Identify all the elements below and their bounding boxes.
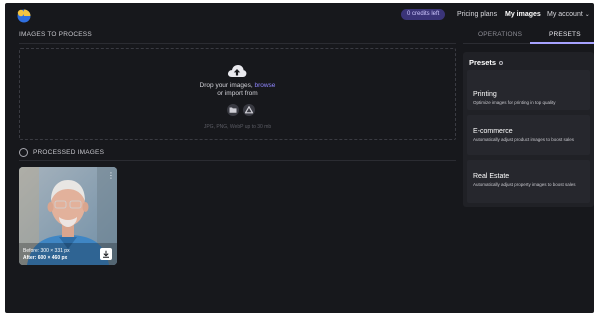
preset-description: Automatically adjust property images to … bbox=[473, 182, 576, 187]
info-icon[interactable] bbox=[499, 61, 504, 66]
browse-link[interactable]: browse bbox=[254, 82, 275, 89]
cloud-upload-icon bbox=[227, 65, 247, 77]
drop-text: Drop your images, bbox=[199, 82, 255, 89]
processed-image-card[interactable]: ⋮ Before: 300 × 331 px After: 600 × 460 … bbox=[19, 167, 117, 265]
image-size-before: Before: 300 × 331 px bbox=[23, 248, 70, 254]
image-size-after: After: 600 × 460 px bbox=[23, 255, 68, 261]
preset-name: E-commerce bbox=[473, 128, 513, 135]
upload-dropzone[interactable]: Drop your images, browse or import from … bbox=[19, 48, 456, 140]
chevron-down-icon: ⌄ bbox=[584, 12, 590, 18]
presets-heading: Presets bbox=[469, 58, 504, 67]
processed-images-title: PROCESSED IMAGES bbox=[33, 149, 105, 156]
preset-description: Optimize images for printing in top qual… bbox=[473, 100, 556, 105]
import-drive-button[interactable] bbox=[243, 104, 255, 116]
preset-description: Automatically adjust product images to b… bbox=[473, 137, 575, 142]
download-button[interactable] bbox=[100, 248, 112, 260]
nav-account-menu[interactable]: My account ⌄ bbox=[547, 11, 590, 18]
preset-printing[interactable]: Printing Optimize images for printing in… bbox=[467, 70, 590, 110]
import-from-label: or import from bbox=[217, 90, 258, 97]
nav-pricing-link[interactable]: Pricing plans bbox=[457, 11, 497, 18]
import-folder-button[interactable] bbox=[227, 104, 239, 116]
preset-real-estate[interactable]: Real Estate Automatically adjust propert… bbox=[467, 160, 590, 203]
preset-name: Printing bbox=[473, 91, 497, 98]
google-drive-icon bbox=[245, 106, 253, 114]
divider bbox=[19, 160, 456, 161]
nav-my-images-link[interactable]: My images bbox=[505, 11, 541, 18]
credits-badge: 0 credits left bbox=[401, 9, 446, 20]
divider bbox=[19, 43, 456, 44]
processed-toggle-icon[interactable] bbox=[19, 148, 28, 157]
presets-panel: Presets Printing Optimize images for pri… bbox=[463, 52, 594, 207]
active-tab-indicator bbox=[530, 42, 594, 44]
images-to-process-title: IMAGES TO PROCESS bbox=[19, 31, 92, 38]
app-window: 0 credits left Pricing plans My images M… bbox=[5, 3, 594, 313]
preset-ecommerce[interactable]: E-commerce Automatically adjust product … bbox=[467, 115, 590, 155]
drop-instructions: Drop your images, browse bbox=[20, 82, 455, 89]
tab-presets[interactable]: PRESETS bbox=[549, 31, 581, 38]
preset-name: Real Estate bbox=[473, 173, 510, 180]
formats-hint: JPG, PNG, WebP up to 30 mb bbox=[203, 124, 272, 130]
top-bar: 0 credits left Pricing plans My images M… bbox=[5, 3, 594, 27]
presets-heading-label: Presets bbox=[469, 58, 497, 67]
folder-icon bbox=[229, 107, 237, 113]
brand-logo[interactable] bbox=[16, 7, 32, 23]
tab-operations[interactable]: OPERATIONS bbox=[478, 31, 522, 38]
download-icon bbox=[103, 250, 109, 258]
more-vertical-icon[interactable]: ⋮ bbox=[107, 172, 115, 180]
account-label: My account bbox=[547, 11, 583, 18]
